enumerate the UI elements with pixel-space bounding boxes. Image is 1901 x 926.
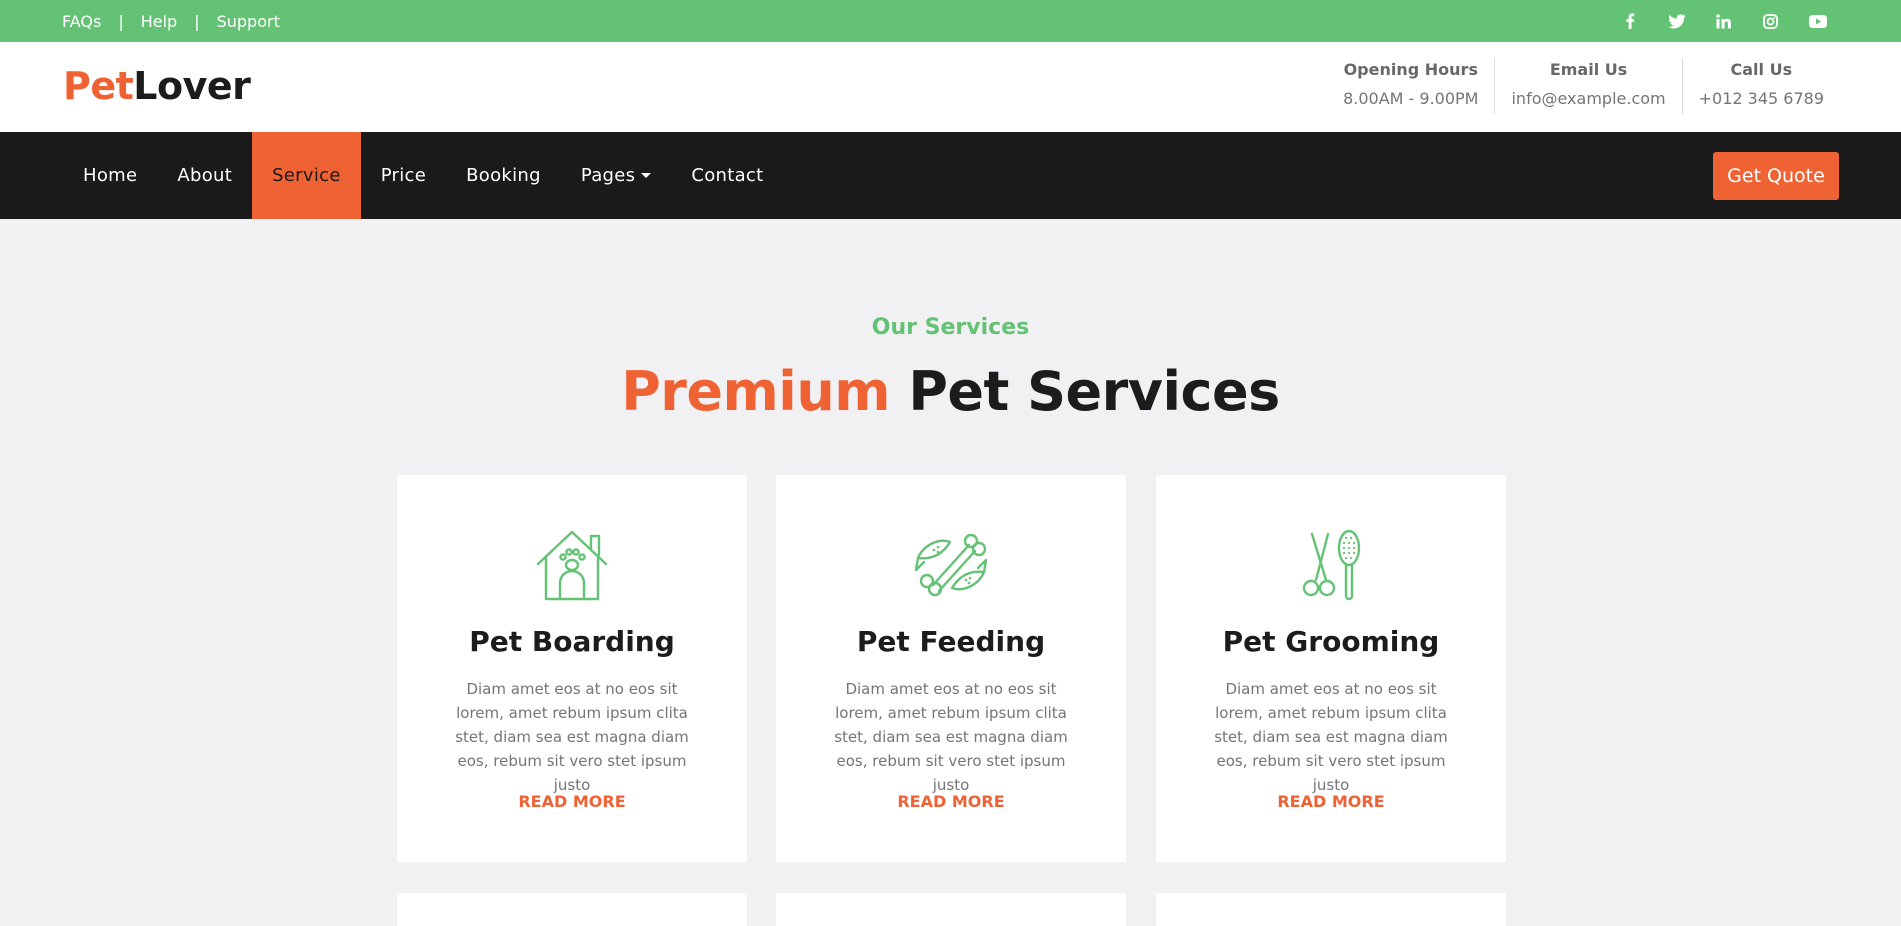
phone-label: Call Us [1730, 60, 1793, 79]
twitter-icon[interactable] [1653, 13, 1700, 29]
service-card-boarding: Pet Boarding Diam amet eos at no eos sit… [397, 475, 747, 862]
nav-item-price[interactable]: Price [361, 132, 446, 219]
service-description: Diam amet eos at no eos sit lorem, amet … [1214, 680, 1448, 794]
service-card-partial [1156, 893, 1506, 926]
help-link[interactable]: Help [141, 12, 177, 31]
service-card-partial [776, 893, 1126, 926]
service-card-feeding: Pet Feeding Diam amet eos at no eos sit … [776, 475, 1126, 862]
separator: | [194, 11, 200, 31]
opening-hours: Opening Hours 8.00AM - 9.00PM [1327, 58, 1494, 114]
opening-hours-value: 8.00AM - 9.00PM [1343, 89, 1479, 108]
nav-item-booking[interactable]: Booking [446, 132, 561, 219]
nav-item-service[interactable]: Service [252, 132, 361, 219]
email-us: Email Us info@example.com [1494, 58, 1681, 114]
email-value[interactable]: info@example.com [1511, 89, 1665, 108]
bone-fish-icon [914, 533, 988, 597]
caret-down-icon [641, 173, 652, 178]
instagram-icon[interactable] [1747, 13, 1794, 29]
get-quote-button[interactable]: Get Quote [1713, 152, 1839, 200]
nav-items: Home About Service Price Booking Pages C… [63, 132, 783, 219]
top-bar: FAQs | Help | Support [0, 0, 1901, 42]
read-more-link[interactable]: READ MORE [397, 792, 747, 811]
nav-item-pages-label: Pages [580, 165, 636, 186]
read-more-link[interactable]: READ MORE [776, 792, 1126, 811]
support-link[interactable]: Support [217, 12, 280, 31]
service-card-grooming: Pet Grooming Diam amet eos at no eos sit… [1156, 475, 1506, 862]
service-card-partial [397, 893, 747, 926]
social-links [1606, 0, 1841, 42]
linkedin-icon[interactable] [1700, 13, 1747, 29]
main-nav: Home About Service Price Booking Pages C… [0, 132, 1901, 219]
facebook-icon[interactable] [1606, 13, 1653, 29]
call-us: Call Us +012 345 6789 [1681, 58, 1840, 114]
section-title: Premium Pet Services [0, 360, 1901, 423]
email-label: Email Us [1549, 60, 1628, 79]
nav-item-contact[interactable]: Contact [671, 132, 783, 219]
service-description: Diam amet eos at no eos sit lorem, amet … [834, 680, 1068, 794]
top-links: FAQs | Help | Support [62, 0, 280, 42]
read-more-link[interactable]: READ MORE [1156, 792, 1506, 811]
nav-item-about[interactable]: About [157, 132, 252, 219]
section-subtitle: Our Services [871, 315, 1030, 340]
logo-part-lover: Lover [133, 64, 251, 108]
phone-value[interactable]: +012 345 6789 [1699, 89, 1824, 108]
section-title-highlight: Premium [621, 360, 891, 423]
pet-house-icon [536, 530, 608, 601]
opening-hours-label: Opening Hours [1343, 60, 1478, 79]
service-title: Pet Boarding [469, 625, 675, 658]
nav-item-pages[interactable]: Pages [561, 132, 671, 219]
logo[interactable]: PetLover [63, 64, 251, 108]
scissors-brush-icon [1302, 529, 1361, 601]
separator: | [118, 11, 124, 31]
youtube-icon[interactable] [1794, 14, 1841, 28]
section-title-rest: Pet Services [908, 360, 1280, 423]
contact-info: Opening Hours 8.00AM - 9.00PM Email Us i… [1327, 58, 1840, 114]
service-title: Pet Feeding [856, 625, 1046, 658]
nav-item-home[interactable]: Home [63, 132, 157, 219]
faqs-link[interactable]: FAQs [62, 12, 101, 31]
header: PetLover Opening Hours 8.00AM - 9.00PM E… [0, 42, 1901, 132]
service-description: Diam amet eos at no eos sit lorem, amet … [455, 680, 689, 794]
logo-part-pet: Pet [63, 64, 134, 108]
service-title: Pet Grooming [1222, 625, 1440, 658]
